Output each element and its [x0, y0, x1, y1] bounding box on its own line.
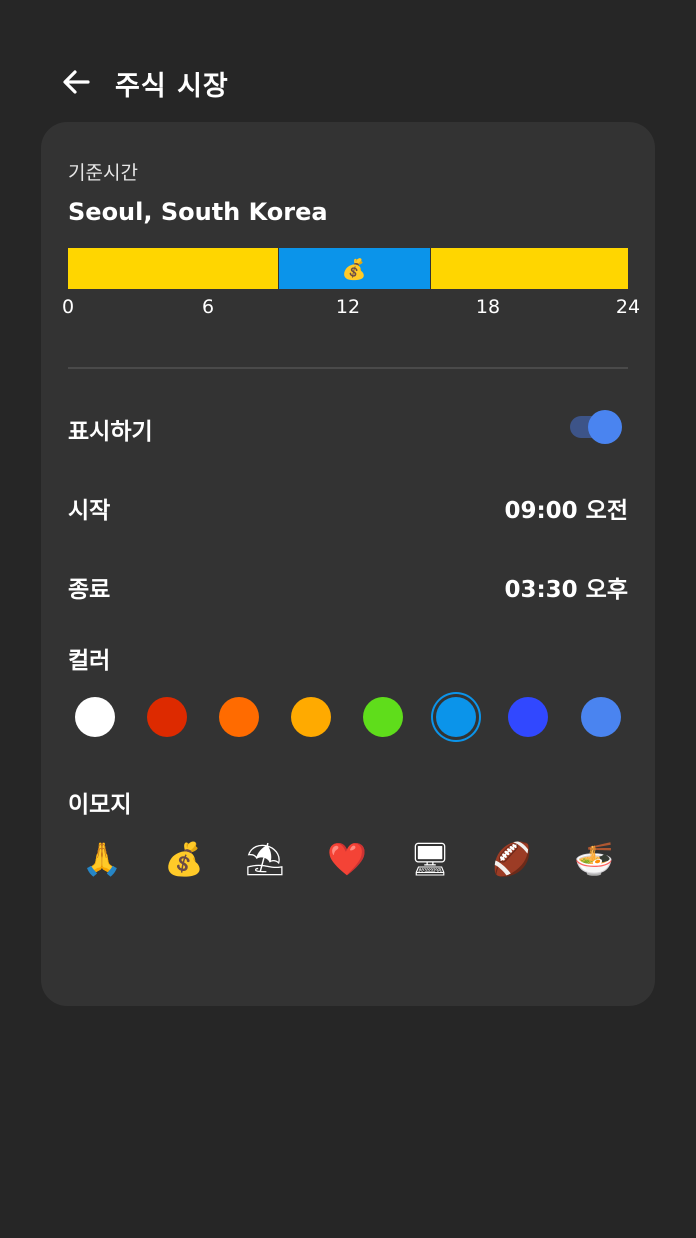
- divider: [68, 367, 628, 369]
- time-axis-ticks: 0 6 12 18 24: [62, 296, 640, 322]
- emoji-option[interactable]: 💰: [159, 834, 209, 884]
- emoji-option[interactable]: 🖥: [405, 834, 455, 884]
- color-swatch[interactable]: [363, 697, 403, 737]
- toggle-knob: [588, 410, 622, 444]
- end-label: 종료: [68, 577, 111, 603]
- emoji-picker: 🙏 💰 ⛱ ❤️ 🖥 🏈 🍜: [68, 834, 628, 884]
- timezone-label: 기준시간: [68, 162, 138, 184]
- emoji-option[interactable]: 🙏: [77, 834, 127, 884]
- color-label: 컬러: [68, 648, 111, 674]
- time-tick-label: 18: [475, 296, 501, 318]
- show-label: 표시하기: [68, 419, 153, 445]
- color-swatch[interactable]: [219, 697, 259, 737]
- end-time-value[interactable]: 03:30 오후: [504, 570, 628, 604]
- emoji-label: 이모지: [68, 792, 132, 818]
- start-time-value[interactable]: 09:00 오전: [504, 491, 628, 525]
- timezone-city: Seoul, South Korea: [68, 198, 328, 226]
- back-button[interactable]: [56, 62, 96, 102]
- emoji-option[interactable]: ⛱: [240, 834, 290, 884]
- time-segment: [68, 248, 278, 289]
- color-swatch[interactable]: [581, 697, 621, 737]
- color-picker: [68, 690, 628, 744]
- time-segment: [430, 248, 628, 289]
- time-tick-label: 24: [615, 296, 641, 318]
- color-swatch[interactable]: [508, 697, 548, 737]
- emoji-option[interactable]: 🍜: [569, 834, 619, 884]
- time-range-bar: 💰: [68, 248, 628, 289]
- app-header: 주식 시장: [0, 0, 696, 122]
- time-tick-label: 12: [335, 296, 361, 318]
- color-swatch[interactable]: [75, 697, 115, 737]
- color-swatch[interactable]: [291, 697, 331, 737]
- arrow-left-icon: [63, 70, 90, 94]
- emoji-option[interactable]: 🏈: [487, 834, 537, 884]
- time-segment: 💰: [279, 248, 430, 289]
- show-toggle[interactable]: [568, 408, 624, 444]
- settings-card: 기준시간 Seoul, South Korea 💰 0 6 12 18 24 표시하기 …: [41, 122, 655, 1006]
- color-swatch[interactable]: [436, 697, 476, 737]
- emoji-option[interactable]: ❤️: [322, 834, 372, 884]
- time-tick-label: 6: [201, 296, 215, 318]
- start-label: 시작: [68, 498, 111, 524]
- page-title: 주식 시장: [115, 71, 229, 102]
- color-swatch[interactable]: [147, 697, 187, 737]
- time-tick-label: 0: [61, 296, 75, 318]
- segment-emoji: 💰: [341, 256, 367, 281]
